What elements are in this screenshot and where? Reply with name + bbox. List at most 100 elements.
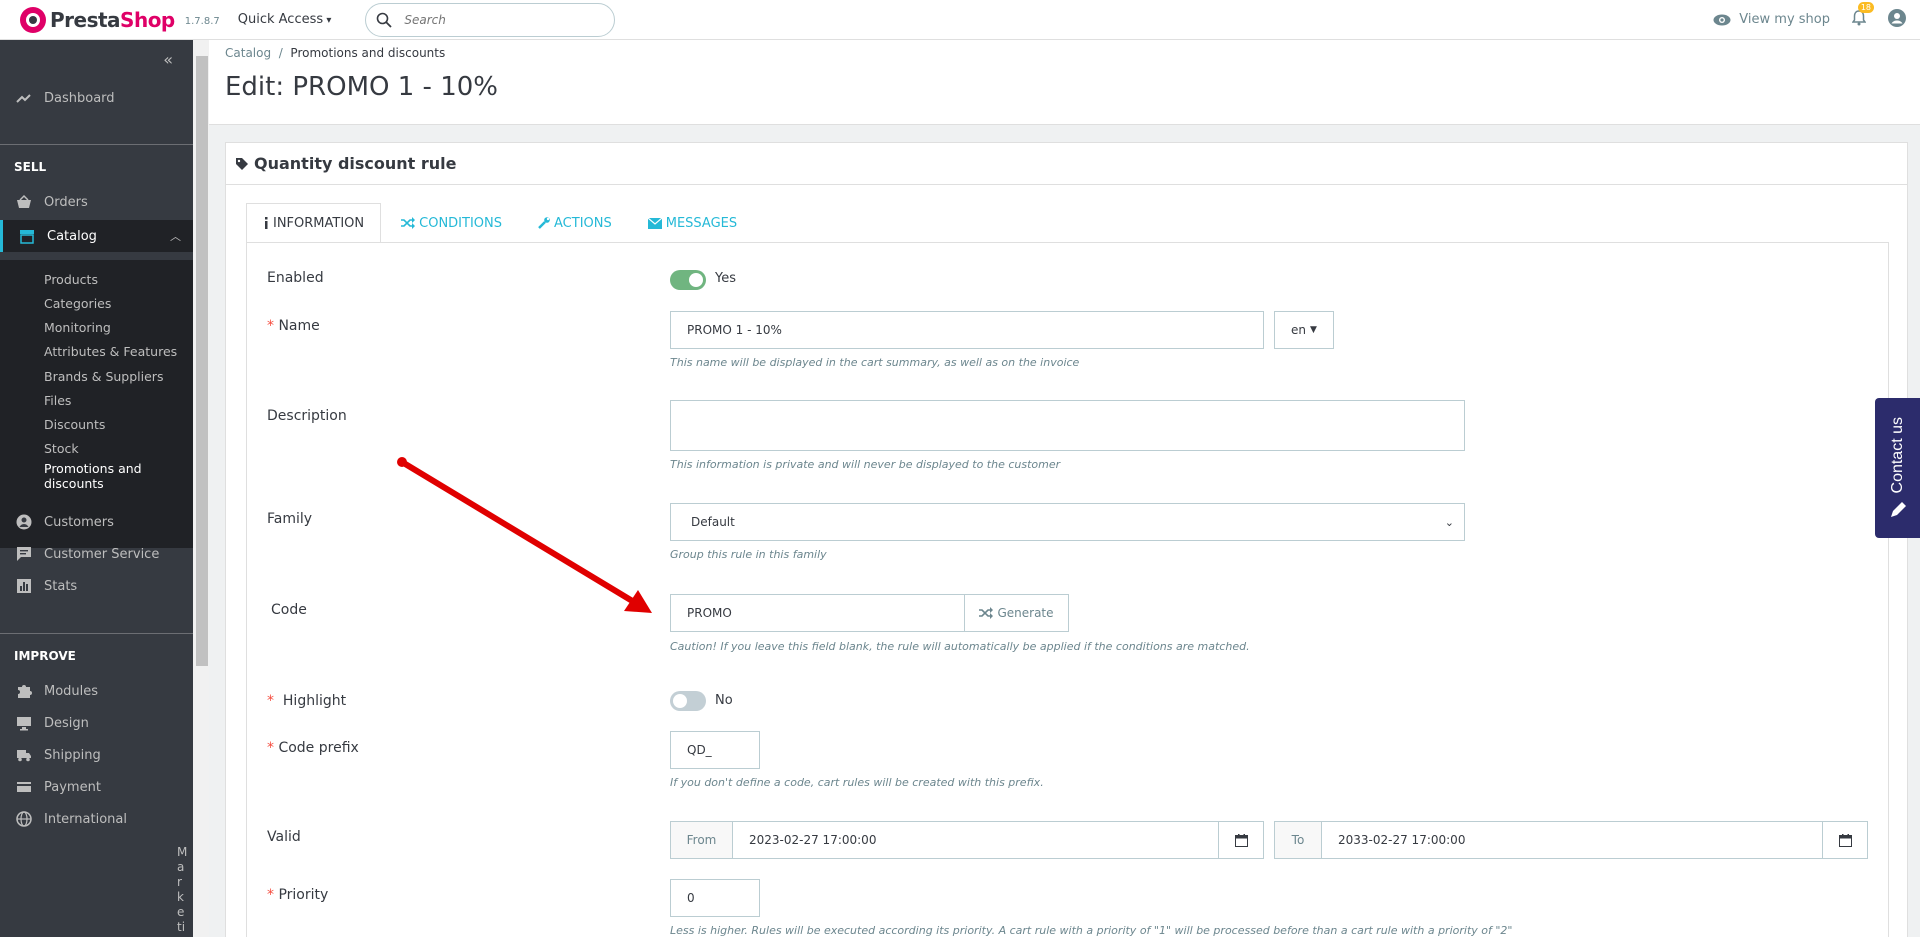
sidebar-item-design[interactable]: Design <box>0 708 193 738</box>
search-icon <box>377 12 392 28</box>
sidebar-item-dashboard[interactable]: Dashboard <box>0 83 193 113</box>
notifications-button[interactable]: 18 <box>1851 1 1874 30</box>
code-prefix-help: If you don't define a code, cart rules w… <box>670 776 1044 789</box>
sidebar-scrollbar-thumb[interactable] <box>196 56 208 666</box>
view-shop-label: View my shop <box>1739 12 1830 27</box>
breadcrumb: Catalog / Promotions and discounts <box>225 46 445 60</box>
submenu-promotions-line2[interactable]: discounts <box>44 476 104 491</box>
section-sell: SELL <box>14 160 47 174</box>
breadcrumb-catalog[interactable]: Catalog <box>225 46 271 60</box>
sidebar-item-payment[interactable]: Payment <box>0 772 193 802</box>
language-dropdown[interactable]: en ▼ <box>1274 311 1334 349</box>
priority-help: Less is higher. Rules will be executed a… <box>670 924 1513 937</box>
required-mark: * <box>267 887 274 903</box>
collapse-sidebar-icon[interactable]: « <box>163 50 173 69</box>
search-input[interactable] <box>404 12 585 27</box>
highlight-label: Highlight <box>282 693 347 709</box>
priority-label: Priority <box>278 887 329 903</box>
section-improve: IMPROVE <box>14 649 76 663</box>
sidebar-item-orders[interactable]: Orders <box>0 187 193 217</box>
date-from-input[interactable]: 2023-02-27 17:00:00 <box>732 821 1219 859</box>
divider <box>0 633 193 634</box>
sidebar-label: Shipping <box>44 747 101 763</box>
user-avatar-icon <box>1888 8 1906 27</box>
panel-title: Quantity discount rule <box>254 154 457 173</box>
basket-icon <box>17 194 31 208</box>
code-prefix-input[interactable]: QD_ <box>670 731 760 769</box>
submenu-files[interactable]: Files <box>44 393 71 408</box>
tab-label: ACTIONS <box>554 215 612 231</box>
submenu-categories[interactable]: Categories <box>44 296 111 311</box>
prefix-label-wrap: * Code prefix <box>267 740 359 756</box>
eye-icon <box>1713 14 1731 25</box>
code-help: Caution! If you leave this field blank, … <box>670 640 1250 653</box>
page-title: Edit: PROMO 1 - 10% <box>225 72 498 102</box>
submenu-brands-suppliers[interactable]: Brands & Suppliers <box>44 369 163 384</box>
submenu-promotions-line1[interactable]: Promotions and <box>44 461 142 476</box>
tab-actions[interactable]: ACTIONS <box>522 203 628 243</box>
tab-label: CONDITIONS <box>419 215 503 231</box>
tab-messages[interactable]: MESSAGES <box>632 203 753 243</box>
credit-card-icon <box>17 782 31 792</box>
quick-access-dropdown[interactable]: Quick Access <box>238 12 332 27</box>
panel-header: Quantity discount rule <box>226 143 1907 185</box>
page-header: Catalog / Promotions and discounts Edit:… <box>209 40 1920 125</box>
breadcrumb-current: Promotions and discounts <box>290 46 446 60</box>
contact-us-button[interactable]: Contact us <box>1875 398 1920 538</box>
submenu-monitoring[interactable]: Monitoring <box>44 320 111 335</box>
trending-up-icon <box>16 94 31 103</box>
sidebar-item-marketing[interactable]: Marketin <box>177 845 187 937</box>
required-mark: * <box>267 693 274 709</box>
family-label: Family <box>267 511 313 527</box>
envelope-icon <box>647 217 662 229</box>
tab-conditions[interactable]: CONDITIONS <box>385 203 518 243</box>
prestashop-logo[interactable]: PrestaShop <box>20 6 175 33</box>
sidebar-item-customers[interactable]: Customers <box>0 507 193 537</box>
submenu-attributes-features[interactable]: Attributes & Features <box>44 344 177 359</box>
sidebar-label: International <box>44 811 127 827</box>
sidebar-item-stats[interactable]: Stats <box>0 571 193 601</box>
date-to-input[interactable]: 2033-02-27 17:00:00 <box>1321 821 1823 859</box>
sidebar-item-international[interactable]: International <box>0 804 193 834</box>
sidebar-item-customer-service[interactable]: Customer Service <box>0 539 193 569</box>
highlight-label-wrap: * Highlight <box>267 693 346 709</box>
generate-button[interactable]: Generate <box>964 594 1069 632</box>
family-help: Group this rule in this family <box>670 548 827 561</box>
view-shop-link[interactable]: View my shop <box>1713 12 1830 27</box>
top-header: PrestaShop 1.7.8.7 Quick Access View my … <box>0 0 1920 40</box>
sidebar: « Dashboard SELL Orders Catalog ︿ Produc… <box>0 40 193 937</box>
description-textarea[interactable] <box>670 400 1465 451</box>
submenu-products[interactable]: Products <box>44 272 98 287</box>
family-value: Default <box>691 515 735 529</box>
caret-down-icon: ▼ <box>1310 325 1317 335</box>
sidebar-label: Customers <box>44 514 114 530</box>
sidebar-label: Payment <box>44 779 101 795</box>
shuffle-icon <box>401 217 416 229</box>
breadcrumb-separator: / <box>278 46 283 60</box>
submenu-stock[interactable]: Stock <box>44 441 79 456</box>
date-from-calendar-button[interactable] <box>1218 821 1264 859</box>
sidebar-label: Stats <box>44 578 78 594</box>
logo-suffix: Shop <box>120 7 175 32</box>
highlight-toggle[interactable] <box>670 691 706 711</box>
code-label: Code <box>271 602 307 618</box>
to-addon: To <box>1274 821 1322 859</box>
sidebar-item-catalog[interactable]: Catalog ︿ <box>0 220 193 252</box>
user-circle-icon <box>16 514 32 530</box>
tab-information[interactable]: INFORMATION <box>246 203 382 243</box>
notification-badge: 18 <box>1857 1 1874 13</box>
code-input[interactable]: PROMO <box>670 594 965 632</box>
sidebar-item-shipping[interactable]: Shipping <box>0 740 193 770</box>
name-label: Name <box>278 318 320 334</box>
enabled-label: Enabled <box>267 270 324 286</box>
date-to-calendar-button[interactable] <box>1822 821 1868 859</box>
priority-input[interactable]: 0 <box>670 879 760 917</box>
family-select[interactable]: Default ⌄ <box>670 503 1465 541</box>
required-mark: * <box>267 318 274 334</box>
logo-icon <box>20 6 46 33</box>
name-input[interactable]: PROMO 1 - 10% <box>670 311 1264 349</box>
enabled-toggle[interactable] <box>670 270 706 290</box>
sidebar-item-modules[interactable]: Modules <box>0 676 193 706</box>
account-button[interactable] <box>1888 8 1906 31</box>
submenu-discounts[interactable]: Discounts <box>44 417 105 432</box>
